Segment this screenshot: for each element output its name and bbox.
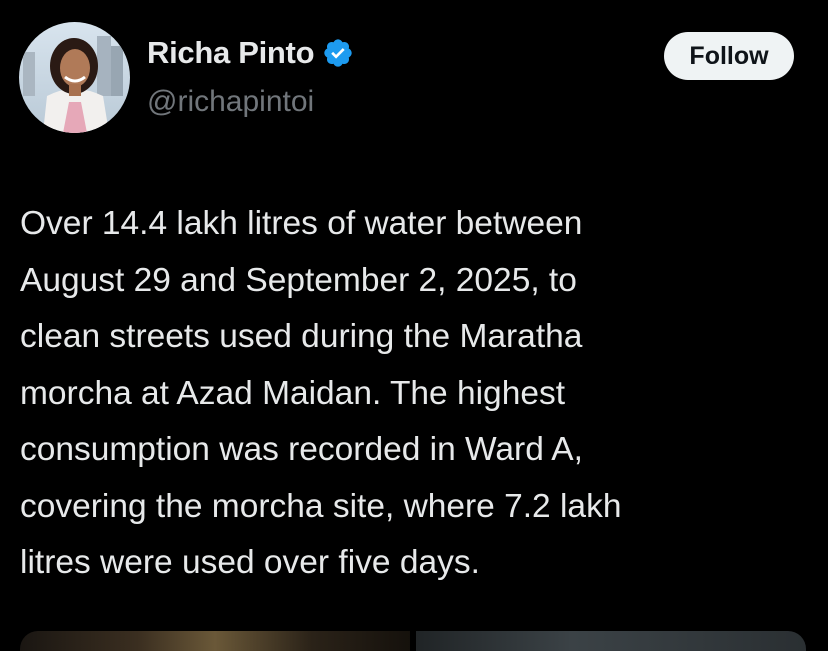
verified-badge-icon <box>322 37 354 69</box>
author-name-row[interactable]: Richa Pinto <box>147 33 354 73</box>
author-display-name[interactable]: Richa Pinto <box>147 33 315 73</box>
tweet-media[interactable] <box>20 631 806 651</box>
avatar[interactable] <box>19 22 130 133</box>
tweet-header: Richa Pinto @richapintoi Follow <box>0 0 828 150</box>
media-image-2[interactable] <box>416 631 806 651</box>
media-image-1[interactable] <box>20 631 410 651</box>
follow-button[interactable]: Follow <box>664 32 794 80</box>
tweet-text: Over 14.4 lakh litres of water between A… <box>20 205 622 581</box>
profile-photo-icon <box>19 22 130 133</box>
author-handle[interactable]: @richapintoi <box>147 82 314 122</box>
